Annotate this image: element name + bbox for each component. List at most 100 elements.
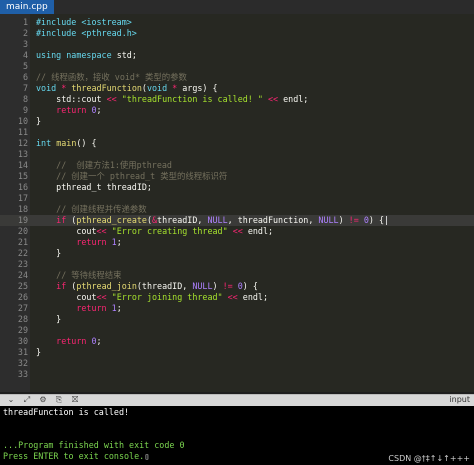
code-line[interactable]: 30 return 0; bbox=[0, 336, 474, 347]
code-line[interactable]: 7 void * threadFunction(void * args) { bbox=[0, 83, 474, 94]
console-output[interactable]: threadFunction is called! ...Program fini… bbox=[0, 406, 474, 465]
code-token: args) { bbox=[177, 83, 218, 93]
code-text: } bbox=[36, 116, 41, 127]
line-number: 25 bbox=[17, 281, 28, 291]
code-token: std::cout bbox=[36, 94, 107, 104]
line-number: 9 bbox=[22, 105, 28, 115]
clear-output-icon[interactable]: ⛝ bbox=[68, 395, 82, 406]
code-line[interactable]: 1 #include <iostream> bbox=[0, 17, 474, 28]
code-token: NULL bbox=[192, 281, 213, 291]
console-line: threadFunction is called! bbox=[3, 407, 130, 417]
line-number: 13 bbox=[17, 149, 28, 159]
code-line[interactable]: 27 return 1; bbox=[0, 303, 474, 314]
code-text: // 创建方法1:使用pthread bbox=[36, 160, 172, 171]
line-number: 30 bbox=[17, 336, 28, 346]
text-cursor: | bbox=[384, 215, 390, 225]
code-line[interactable]: 12 int main() { bbox=[0, 138, 474, 149]
code-line[interactable]: 6 // 线程函数，接收 void* 类型的参数 bbox=[0, 72, 474, 83]
code-line[interactable]: 3 bbox=[0, 39, 474, 50]
code-line[interactable]: 26 cout<< "Error joining thread" << endl… bbox=[0, 292, 474, 303]
code-line[interactable]: 20 cout<< "Error creating thread" << end… bbox=[0, 226, 474, 237]
code-line[interactable]: 21 return 1; bbox=[0, 237, 474, 248]
code-line[interactable]: 9 return 0; bbox=[0, 105, 474, 116]
expand-panel-icon[interactable]: ⌄ bbox=[4, 395, 18, 406]
line-number: 5 bbox=[22, 61, 28, 71]
code-token: // 线程函数，接收 void* 类型的参数 bbox=[36, 72, 187, 82]
code-token: ( bbox=[66, 215, 77, 225]
code-line[interactable]: 4 using namespace std; bbox=[0, 50, 474, 61]
code-token: << bbox=[96, 226, 107, 236]
code-text: using namespace std; bbox=[36, 50, 137, 61]
code-line[interactable]: 2 #include <pthread.h> bbox=[0, 28, 474, 39]
line-number: 33 bbox=[17, 369, 28, 379]
code-line[interactable]: 25 if (pthread_join(threadID, NULL) != 0… bbox=[0, 281, 474, 292]
code-line[interactable]: 29 bbox=[0, 325, 474, 336]
code-token: threadID, bbox=[157, 215, 208, 225]
code-token: // 等待线程结束 bbox=[36, 270, 122, 280]
code-line[interactable]: 5 bbox=[0, 61, 474, 72]
code-token: << bbox=[227, 292, 238, 302]
code-token: , threadFunction, bbox=[227, 215, 319, 225]
line-number: 14 bbox=[17, 160, 28, 170]
code-token: ; bbox=[96, 336, 102, 346]
code-token: << bbox=[267, 94, 279, 104]
line-number: 28 bbox=[17, 314, 28, 324]
code-line[interactable]: 19 if (pthread_create(&threadID, NULL, t… bbox=[0, 215, 474, 226]
line-number: 26 bbox=[17, 292, 28, 302]
code-line[interactable]: 14 // 创建方法1:使用pthread bbox=[0, 160, 474, 171]
line-number: 32 bbox=[17, 358, 28, 368]
code-text: return 0; bbox=[36, 105, 101, 116]
code-line[interactable]: 8 std::cout << "threadFunction is called… bbox=[0, 94, 474, 105]
line-number: 3 bbox=[22, 39, 28, 49]
console-line: ...Program finished with exit code 0 bbox=[3, 440, 185, 450]
code-token: ( bbox=[66, 281, 77, 291]
console-cursor: ▯ bbox=[144, 451, 150, 461]
code-line[interactable]: 33 bbox=[0, 369, 474, 380]
code-text: int main() { bbox=[36, 138, 97, 149]
tab-main-cpp[interactable]: main.cpp bbox=[0, 0, 54, 14]
code-line[interactable]: 10} bbox=[0, 116, 474, 127]
code-text: return 1; bbox=[36, 303, 122, 314]
line-number: 29 bbox=[17, 325, 28, 335]
line-number: 10 bbox=[17, 116, 28, 126]
code-line[interactable]: 31} bbox=[0, 347, 474, 358]
code-text: if (pthread_join(threadID, NULL) != 0) { bbox=[36, 281, 258, 292]
line-number: 21 bbox=[17, 237, 28, 247]
resize-panel-icon[interactable]: ⤢ bbox=[20, 395, 34, 406]
code-line[interactable]: 28 } bbox=[0, 314, 474, 325]
code-editor[interactable]: 1 #include <iostream> 2 #include <pthread.h… bbox=[0, 14, 474, 392]
code-token: if bbox=[56, 281, 67, 291]
code-token: using bbox=[36, 50, 62, 60]
code-text: // 等待线程结束 bbox=[36, 270, 122, 281]
code-line[interactable]: 13 bbox=[0, 149, 474, 160]
code-text: // 创建线程并传递参数 bbox=[36, 204, 147, 215]
code-text: } bbox=[36, 248, 61, 259]
code-line[interactable]: 24 // 等待线程结束 bbox=[0, 270, 474, 281]
code-token: } bbox=[36, 347, 42, 357]
line-number: 8 bbox=[22, 94, 28, 104]
code-token: namespace bbox=[66, 50, 112, 60]
code-line[interactable]: 22 } bbox=[0, 248, 474, 259]
input-label: input bbox=[449, 395, 470, 404]
code-line[interactable]: 15 // 创建一个 pthread_t 类型的线程标识符 bbox=[0, 171, 474, 182]
line-number: 22 bbox=[17, 248, 28, 258]
settings-icon[interactable]: ⚙ bbox=[36, 395, 50, 406]
code-text: if (pthread_create(&threadID, NULL, thre… bbox=[36, 215, 389, 226]
code-line[interactable]: 17 bbox=[0, 193, 474, 204]
code-line[interactable]: 16 pthread_t threadID; bbox=[0, 182, 474, 193]
code-token: if bbox=[56, 215, 67, 225]
line-number: 15 bbox=[17, 171, 28, 181]
code-token: << bbox=[232, 226, 243, 236]
code-token: ) { bbox=[368, 215, 384, 225]
code-token: int bbox=[36, 138, 52, 148]
code-token: return bbox=[56, 105, 87, 115]
code-token: ; bbox=[116, 303, 122, 313]
code-token: return bbox=[76, 237, 107, 247]
code-line[interactable]: 18 // 创建线程并传递参数 bbox=[0, 204, 474, 215]
copy-output-icon[interactable]: ⎘ bbox=[52, 395, 66, 406]
code-line[interactable]: 23 bbox=[0, 259, 474, 270]
code-text: // 线程函数，接收 void* 类型的参数 bbox=[36, 72, 187, 83]
code-line[interactable]: 11 bbox=[0, 127, 474, 138]
code-line[interactable]: 32 bbox=[0, 358, 474, 369]
